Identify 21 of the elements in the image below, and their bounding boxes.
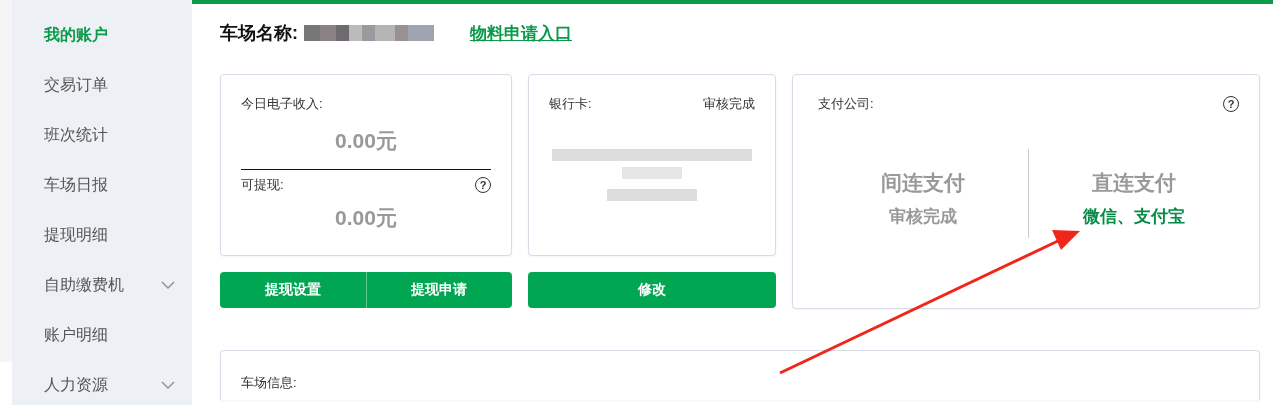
payment-type-detail: 审核完成 <box>889 206 957 228</box>
payment-company-label: 支付公司: <box>818 95 874 113</box>
sidebar-item[interactable]: 班次统计 <box>12 110 192 160</box>
payment-type-detail: 微信、支付宝 <box>1083 206 1185 228</box>
withdrawable-label: 可提现: <box>241 176 284 194</box>
sidebar-item[interactable]: 人力资源 <box>12 360 192 405</box>
payment-type-title: 直连支付 <box>1092 170 1176 196</box>
sidebar-item[interactable]: 账户明细 <box>12 310 192 360</box>
sidebar-item[interactable]: 提现明细 <box>12 210 192 260</box>
material-request-link[interactable]: 物料申请入口 <box>470 21 572 45</box>
withdrawable-amount: 0.00元 <box>334 205 398 231</box>
income-amount: 0.00元 <box>334 128 398 154</box>
bank-card-label: 银行卡: <box>549 95 592 113</box>
sidebar-item[interactable]: 自助缴费机 <box>12 260 192 310</box>
sidebar-item[interactable]: 车场日报 <box>12 160 192 210</box>
payment-type-title: 间连支付 <box>881 170 965 196</box>
review-status: 审核完成 <box>703 95 755 113</box>
sidebar-item[interactable]: 交易订单 <box>12 60 192 110</box>
parking-name-label: 车场名称: <box>220 22 298 45</box>
parking-info-label: 车场信息: <box>241 375 297 390</box>
income-label: 今日电子收入: <box>241 95 324 113</box>
